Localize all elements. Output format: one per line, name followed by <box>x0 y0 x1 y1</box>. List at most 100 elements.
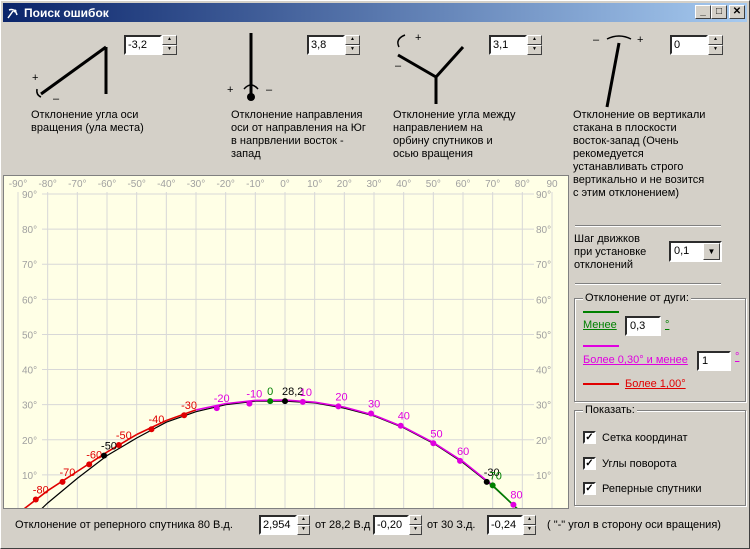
azimuth-spinner[interactable]: 3,8 ▲ ▼ <box>307 35 360 55</box>
satellite-point <box>430 440 437 447</box>
orbit-plus: + <box>415 32 421 44</box>
x-tick-label: 60° <box>455 179 470 190</box>
elevation-angle-icon: + – <box>32 45 108 105</box>
param-orbit: + – 3,1 ▲ ▼ Отклонение угла между направл… <box>393 25 573 175</box>
spin-down-icon[interactable]: ▼ <box>708 45 723 55</box>
vertical-tilt-icon: – + <box>593 34 643 108</box>
satellite-label: -80 <box>33 484 49 496</box>
step-select[interactable]: 0,1 ▼ <box>669 241 722 262</box>
checkbox-satellites-box[interactable]: ✓ <box>583 482 596 495</box>
spin-down-icon[interactable]: ▼ <box>409 525 422 535</box>
y-tick-label: 30° <box>22 401 37 412</box>
over-label[interactable]: Более 1,00° <box>625 378 686 390</box>
ref-80-spinner[interactable]: 2,954 ▲ ▼ <box>259 515 310 535</box>
satellite-point <box>213 405 220 412</box>
window-title: Поиск ошибок <box>24 5 109 20</box>
spin-up-icon[interactable]: ▲ <box>409 515 422 525</box>
less-value-input[interactable]: 0,3 <box>625 316 661 336</box>
spin-down-icon[interactable]: ▼ <box>162 45 177 55</box>
bottom-bar: Отклонение от реперного спутника 80 В.д.… <box>1 513 750 539</box>
orbit-spinner[interactable]: 3,1 ▲ ▼ <box>489 35 542 55</box>
elevation-minus: – <box>53 93 60 105</box>
satellite-label: 20 <box>335 391 347 403</box>
checkbox-angles[interactable]: ✓ Углы поворота <box>583 457 677 470</box>
satellite-label: 10 <box>300 387 312 399</box>
chevron-down-icon[interactable]: ▼ <box>703 243 720 260</box>
orbit-value[interactable]: 3,1 <box>489 35 527 55</box>
x-tick-label: -40° <box>157 179 175 190</box>
spin-up-icon[interactable]: ▲ <box>527 35 542 45</box>
sign-note: ( "-" угол в сторону оси вращения) <box>547 519 721 531</box>
satellite-label: -60 <box>86 449 102 461</box>
y-tick-label: 10° <box>536 471 551 482</box>
azimuth-plus: + <box>227 84 233 96</box>
maximize-button[interactable]: □ <box>711 5 727 19</box>
more-value-input[interactable]: 1 <box>697 351 731 371</box>
satellite-point <box>335 403 342 410</box>
ref-282-value[interactable]: -0,20 <box>373 515 409 535</box>
orbit-description: Отклонение угла между направлением на ор… <box>393 109 516 160</box>
more-color-line <box>583 345 619 347</box>
y-tick-label: 60° <box>22 295 37 306</box>
y-tick-label: 30° <box>536 401 551 412</box>
spin-down-icon[interactable]: ▼ <box>297 525 310 535</box>
spin-up-icon[interactable]: ▲ <box>523 515 536 525</box>
satellite-label: 60 <box>457 446 469 458</box>
checkbox-satellites[interactable]: ✓ Реперные спутники <box>583 482 702 495</box>
x-tick-label: -10° <box>246 179 264 190</box>
checkbox-grid-label: Сетка координат <box>602 431 688 444</box>
ref-282-spinner[interactable]: -0,20 ▲ ▼ <box>373 515 422 535</box>
x-tick-label: -90° <box>9 179 27 190</box>
close-button[interactable]: ✕ <box>729 5 745 19</box>
more-label[interactable]: Более 0,30° и менее <box>583 354 688 366</box>
y-tick-label: 70° <box>22 260 37 271</box>
y-tick-label: 60° <box>536 295 551 306</box>
satellite-label: -50 <box>116 430 132 442</box>
minimize-button[interactable]: _ <box>695 5 711 19</box>
elevation-spinner[interactable]: -3,2 ▲ ▼ <box>124 35 177 55</box>
vertical-spinner[interactable]: 0 ▲ ▼ <box>670 35 723 55</box>
show-group-title: Показать: <box>583 404 637 416</box>
step-value[interactable]: 0,1 <box>671 243 703 260</box>
spin-down-icon[interactable]: ▼ <box>345 45 360 55</box>
satellite-label: -20 <box>214 393 230 405</box>
separator <box>575 283 721 285</box>
show-group: Показать: ✓ Сетка координат ✓ Углы повор… <box>574 404 746 506</box>
ref-30-value[interactable]: -0,24 <box>487 515 523 535</box>
y-tick-label: 70° <box>536 260 551 271</box>
less-label[interactable]: Менее <box>583 319 617 331</box>
y-tick-label: 90° <box>536 190 551 201</box>
spin-down-icon[interactable]: ▼ <box>527 45 542 55</box>
y-tick-label: 90° <box>22 190 37 201</box>
satellite-label: -40 <box>149 414 165 426</box>
satellite-point <box>489 482 496 489</box>
spin-up-icon[interactable]: ▲ <box>345 35 360 45</box>
spin-up-icon[interactable]: ▲ <box>162 35 177 45</box>
elevation-value[interactable]: -3,2 <box>124 35 162 55</box>
checkbox-grid[interactable]: ✓ Сетка координат <box>583 431 688 444</box>
checkbox-angles-box[interactable]: ✓ <box>583 457 596 470</box>
x-tick-label: -30° <box>187 179 205 190</box>
param-vertical: – + 0 ▲ ▼ Отклонение ов вертикали стакана… <box>571 25 750 199</box>
checkbox-satellites-label: Реперные спутники <box>602 482 702 495</box>
arc-plot: -90° -80° -70° -60° -50° -40° -30° -20° -10° 0° 10… <box>3 175 569 509</box>
spin-down-icon[interactable]: ▼ <box>523 525 536 535</box>
spin-up-icon[interactable]: ▲ <box>708 35 723 45</box>
y-tick-label: 50° <box>22 330 37 341</box>
y-tick-label: 10° <box>22 471 37 482</box>
vertical-value[interactable]: 0 <box>670 35 708 55</box>
satellite-label: -50 <box>101 441 117 453</box>
y-tick-label: 80° <box>536 225 551 236</box>
less-unit: ° <box>665 319 670 331</box>
deviation-group: Отклонение от дуги: Менее 0,3 ° Более 0,… <box>574 292 746 402</box>
error-search-window: Поиск ошибок _ □ ✕ + – -3,2 ▲ ▼ Отклонени… <box>0 0 750 549</box>
checkbox-grid-box[interactable]: ✓ <box>583 431 596 444</box>
ref-80-value[interactable]: 2,954 <box>259 515 297 535</box>
azimuth-value[interactable]: 3,8 <box>307 35 345 55</box>
over-color-line <box>583 383 619 385</box>
spin-up-icon[interactable]: ▲ <box>297 515 310 525</box>
arc-plot-svg: -90° -80° -70° -60° -50° -40° -30° -20° -10° 0° 10… <box>9 179 558 508</box>
x-tick-label: 0° <box>280 179 290 190</box>
x-tick-label: -80° <box>38 179 56 190</box>
ref-30-spinner[interactable]: -0,24 ▲ ▼ <box>487 515 536 535</box>
